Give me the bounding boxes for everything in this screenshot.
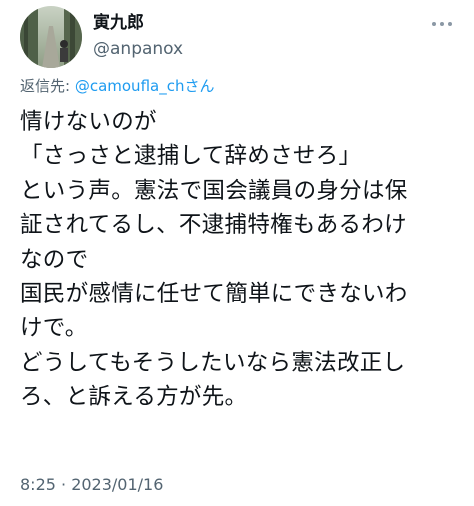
- tweet-text-line: なので: [20, 246, 89, 273]
- tweet-text: 情けないのが 「さっさと逮捕して辞めさせろ」 という声。憲法で国会議員の身分は保…: [20, 105, 460, 415]
- tweet-detail: 寅九郎 @anpanox 返信先: @camoufla_chさん 情けないのが …: [0, 0, 474, 506]
- reply-prefix: 返信先:: [20, 77, 75, 95]
- tweet-text-line: 証されてるし、不逮捕特権もあるわけ: [20, 212, 407, 239]
- tweet-text-line: けで。: [20, 315, 88, 342]
- tweet-text-line: ろ、と訴える方が先。: [20, 384, 248, 411]
- tweet-text-line: 情けないのが: [20, 109, 157, 135]
- more-dot: [448, 22, 452, 26]
- more-dot: [440, 22, 444, 26]
- display-name[interactable]: 寅九郎: [93, 12, 144, 34]
- tweet-text-line: という声。憲法で国会議員の身分は保: [20, 177, 408, 204]
- reply-context: 返信先: @camoufla_chさん: [20, 75, 214, 97]
- avatar-photo: [20, 6, 82, 68]
- user-handle[interactable]: @anpanox: [93, 38, 183, 60]
- more-dot: [432, 22, 436, 26]
- reply-suffix: さん: [184, 77, 215, 95]
- tweet-text-line: 国民が感情に任せて簡単にできないわ: [20, 281, 408, 308]
- tweet-timestamp[interactable]: 8:25 · 2023/01/16: [20, 474, 163, 496]
- tweet-text-line: どうしてもそうしたいなら憲法改正し: [20, 349, 406, 376]
- more-icon[interactable]: [430, 18, 454, 30]
- avatar[interactable]: [20, 6, 82, 68]
- tweet-text-line: 「さっさと逮捕して辞めさせろ」: [20, 143, 362, 170]
- reply-mention-link[interactable]: @camoufla_ch: [75, 77, 185, 95]
